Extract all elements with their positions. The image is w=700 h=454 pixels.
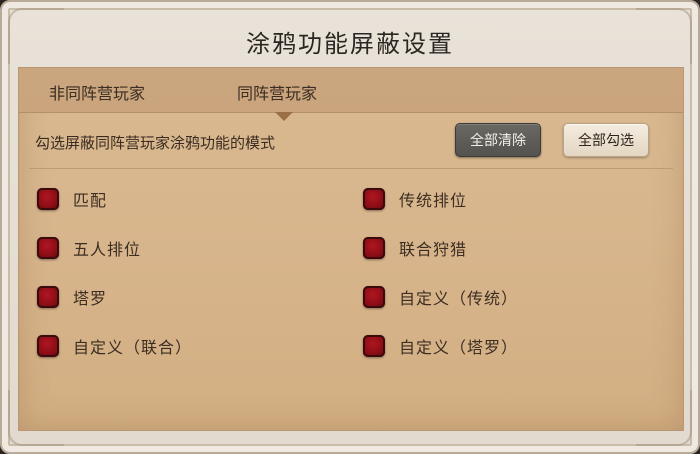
option-label: 塔罗 xyxy=(73,289,108,308)
option-custom-joint[interactable]: 自定义（联合） xyxy=(37,333,192,359)
option-label: 匹配 xyxy=(73,191,108,210)
instruction-text: 勾选屏蔽同阵营玩家涂鸦功能的模式 xyxy=(35,134,276,152)
tab-bar: 非同阵营玩家 同阵营玩家 xyxy=(19,68,683,113)
checkbox-checked[interactable] xyxy=(363,335,385,357)
option-traditional-ranked[interactable]: 传统排位 xyxy=(363,186,467,212)
option-label: 自定义（联合） xyxy=(73,338,193,357)
checkbox-checked[interactable] xyxy=(37,335,59,357)
checkbox-checked[interactable] xyxy=(363,188,385,210)
clear-all-button[interactable]: 全部清除 xyxy=(455,123,541,157)
checkbox-checked[interactable] xyxy=(363,286,385,308)
active-tab-indicator xyxy=(275,112,293,121)
option-label: 传统排位 xyxy=(399,191,468,210)
option-label: 五人排位 xyxy=(73,240,142,259)
option-tarot[interactable]: 塔罗 xyxy=(37,284,107,310)
tab-other-faction[interactable]: 非同阵营玩家 xyxy=(49,80,145,104)
checkbox-checked[interactable] xyxy=(363,237,385,259)
option-label: 联合狩猎 xyxy=(399,240,468,259)
checkbox-checked[interactable] xyxy=(37,188,59,210)
checkbox-checked[interactable] xyxy=(37,286,59,308)
checkbox-checked[interactable] xyxy=(37,237,59,259)
option-label: 自定义（塔罗） xyxy=(399,338,519,357)
divider xyxy=(29,168,673,169)
option-label: 自定义（传统） xyxy=(399,289,519,308)
settings-panel: 非同阵营玩家 同阵营玩家 勾选屏蔽同阵营玩家涂鸦功能的模式 全部清除 全部勾选 … xyxy=(18,67,684,431)
option-match[interactable]: 匹配 xyxy=(37,186,107,212)
option-five-player-ranked[interactable]: 五人排位 xyxy=(37,235,141,261)
dialog-title: 涂鸦功能屏蔽设置 xyxy=(246,30,454,58)
select-all-button[interactable]: 全部勾选 xyxy=(563,123,649,157)
tab-same-faction[interactable]: 同阵营玩家 xyxy=(237,80,317,104)
option-custom-tarot[interactable]: 自定义（塔罗） xyxy=(363,333,518,359)
option-joint-hunt[interactable]: 联合狩猎 xyxy=(363,235,467,261)
option-custom-traditional[interactable]: 自定义（传统） xyxy=(363,284,518,310)
